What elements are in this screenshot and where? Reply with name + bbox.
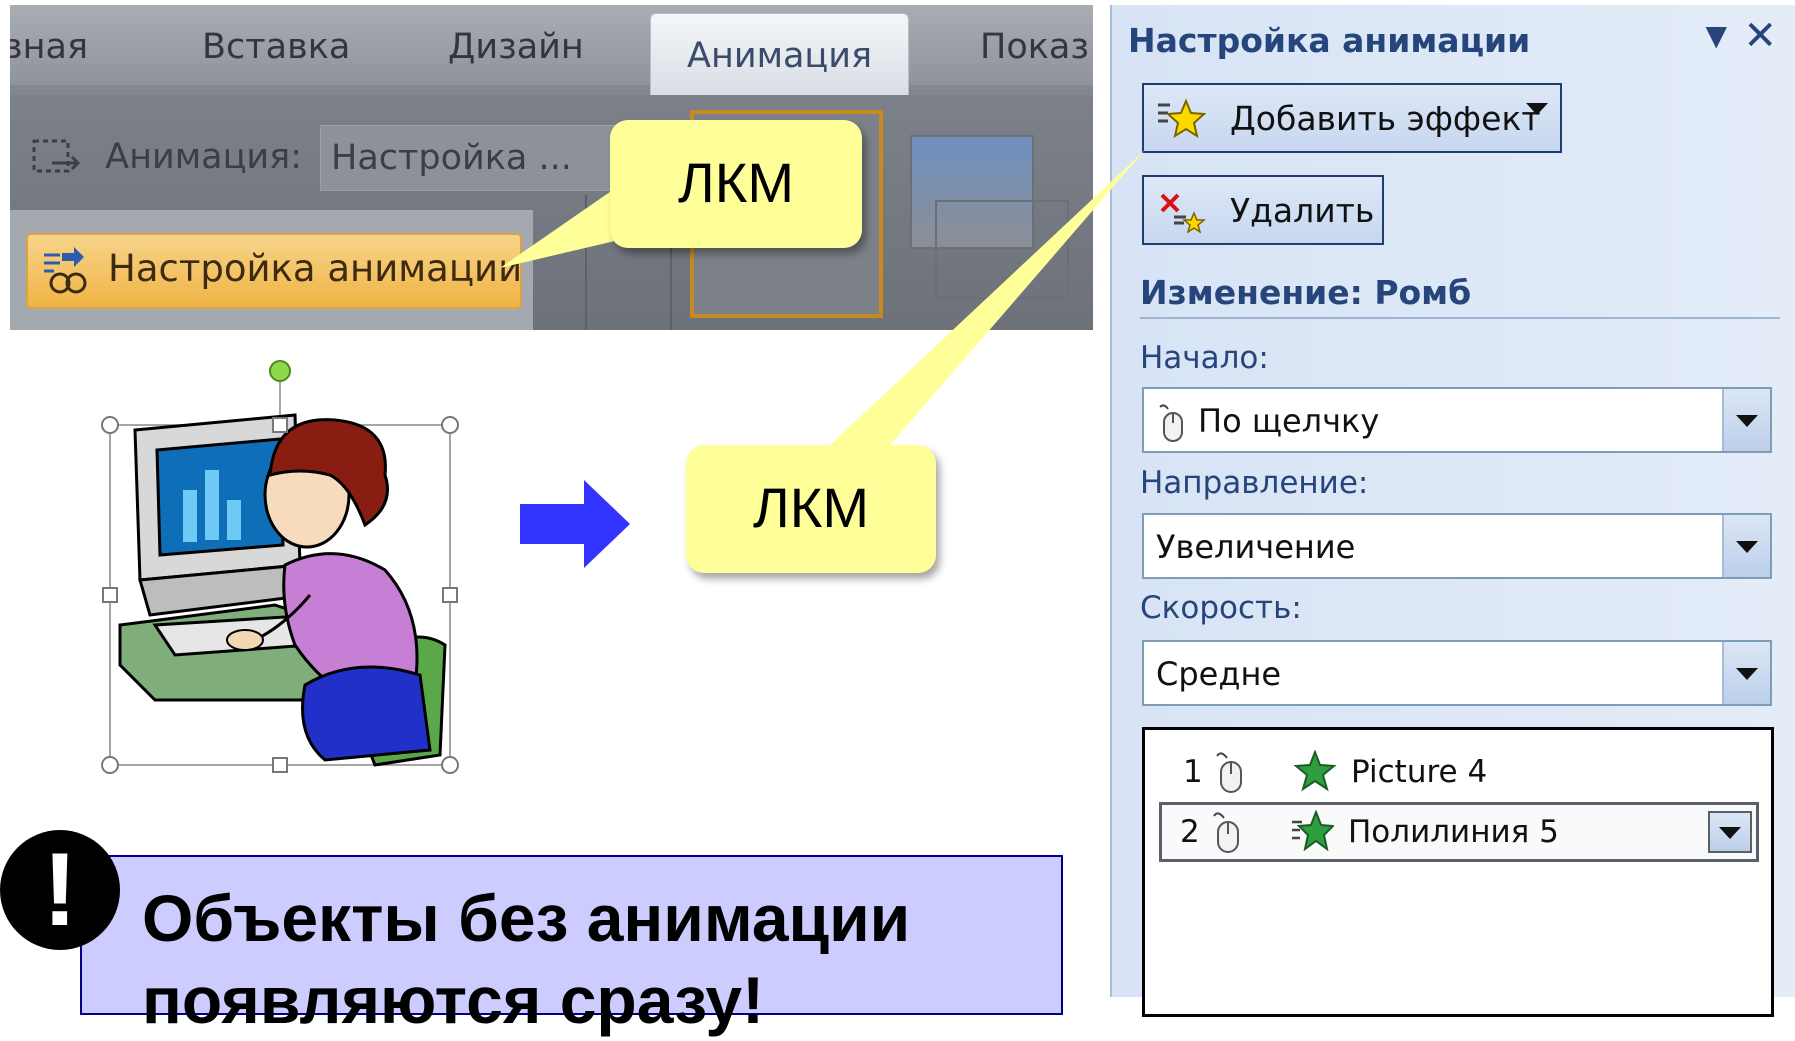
animation-dropdown[interactable]: Настройка ... [320, 125, 640, 191]
chevron-down-icon[interactable] [1708, 811, 1752, 853]
animation-label: Анимация: [105, 137, 302, 177]
arrow-right-icon [520, 480, 630, 568]
custom-animation-icon [44, 247, 87, 294]
modify-section-title: Изменение: Ромб [1140, 273, 1472, 312]
add-effect-button[interactable]: Добавить эффект [1142, 83, 1562, 153]
tab-insert[interactable]: Вставка [202, 27, 350, 67]
tab-design[interactable]: Дизайн [448, 27, 584, 67]
effect-name: Полилиния 5 [1348, 814, 1559, 850]
effect-number: 2 [1180, 814, 1200, 850]
list-item[interactable]: 1 Picture 4 [1159, 742, 1759, 802]
direction-label: Направление: [1140, 465, 1369, 501]
animation-row: Анимация: [30, 135, 302, 181]
selected-clipart-picture [101, 360, 459, 774]
custom-animation-pane: Настройка анимации ▼ ✕ Добавить эффект У… [1110, 5, 1795, 1017]
emphasis-effect-star-icon [1292, 810, 1334, 852]
effect-number: 1 [1183, 754, 1203, 790]
start-dropdown[interactable]: По щелчку [1142, 387, 1772, 453]
ribbon-screenshot: вная Вставка Дизайн Анимация Показ Анима… [10, 5, 1093, 330]
remove-icon [1160, 193, 1206, 233]
chevron-down-icon[interactable] [1722, 642, 1770, 704]
tab-animation[interactable]: Анимация [650, 13, 910, 95]
custom-animation-label: Настройка анимации [108, 247, 523, 290]
remove-label: Удалить [1230, 191, 1375, 230]
note-box: Объекты без анимации появляются сразу! [80, 855, 1063, 1037]
section-divider [1140, 317, 1780, 319]
mouse-icon [1213, 812, 1239, 853]
close-icon[interactable]: ✕ [1743, 13, 1777, 59]
ribbon-body: Анимация: Настройка ... Настройка анимац… [10, 95, 1093, 330]
custom-animation-button[interactable]: Настройка анимации [26, 233, 522, 309]
remove-button[interactable]: Удалить [1142, 175, 1384, 245]
note-line-1: Объекты без анимации [142, 881, 911, 955]
direction-value: Увеличение [1156, 528, 1356, 566]
tab-slideshow[interactable]: Показ [980, 27, 1089, 67]
pane-menu-icon[interactable]: ▼ [1705, 19, 1727, 52]
add-effect-label: Добавить эффект [1230, 99, 1541, 138]
speed-value: Средне [1156, 655, 1282, 693]
effect-name: Picture 4 [1351, 754, 1488, 790]
start-label: Начало: [1140, 340, 1269, 376]
mouse-icon [1216, 752, 1242, 793]
add-effect-star-icon [1158, 98, 1206, 139]
tab-home[interactable]: вная [10, 27, 88, 67]
chevron-down-icon[interactable] [1722, 515, 1770, 577]
ribbon-tab-bar: вная Вставка Дизайн Анимация Показ [10, 5, 1093, 95]
pane-title: Настройка анимации [1128, 21, 1531, 60]
list-item-selected[interactable]: 2 Полилиния 5 [1159, 802, 1759, 862]
exclamation-icon: ! [0, 830, 120, 950]
direction-dropdown[interactable]: Увеличение [1142, 513, 1772, 579]
speed-dropdown[interactable]: Средне [1142, 640, 1772, 706]
speed-label: Скорость: [1140, 590, 1302, 626]
effects-list: 1 Picture 4 2 Полилиния 5 [1142, 727, 1774, 1017]
transition-thumb[interactable] [935, 200, 1069, 299]
start-value: По щелчку [1198, 402, 1380, 440]
mouse-icon [1159, 404, 1183, 442]
lmb-callout-pane: ЛКМ [686, 445, 936, 573]
chevron-down-icon [1526, 103, 1548, 115]
entrance-effect-star-icon [1293, 750, 1337, 792]
lmb-callout-ribbon: ЛКМ [610, 120, 862, 248]
animation-icon [32, 139, 81, 173]
ribbon-separator [585, 195, 587, 330]
chevron-down-icon[interactable] [1722, 389, 1770, 451]
note-line-2: появляются сразу! [142, 963, 765, 1037]
